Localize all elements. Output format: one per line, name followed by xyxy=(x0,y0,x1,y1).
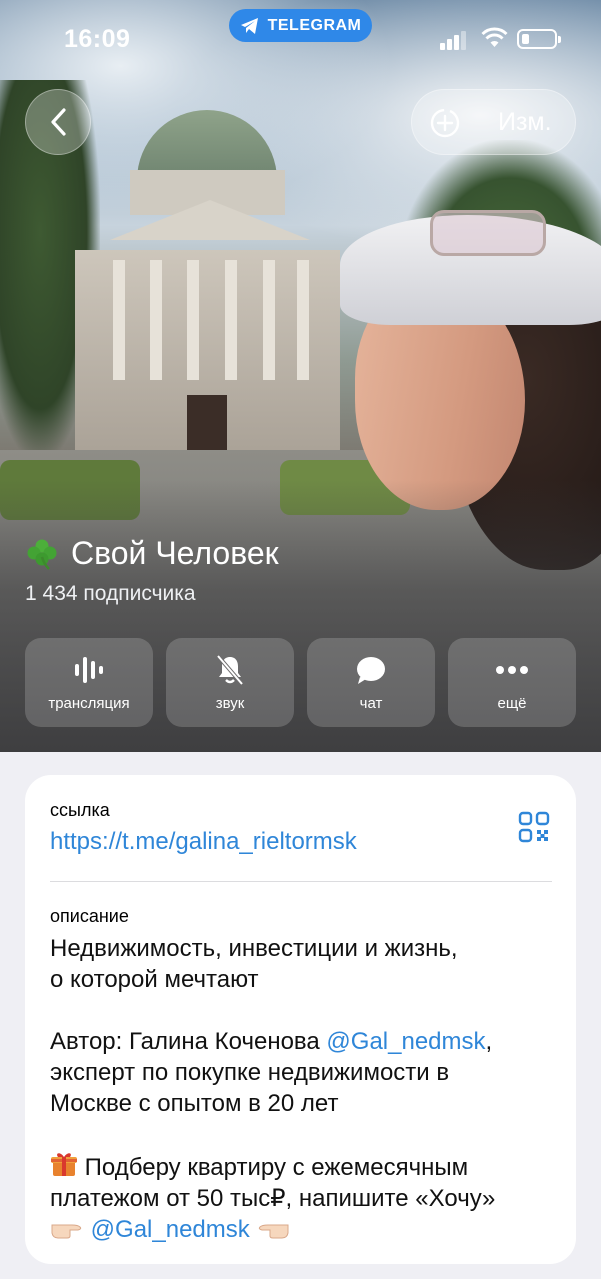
edit-button[interactable]: Изм. xyxy=(411,89,576,155)
add-circle-icon xyxy=(430,108,460,138)
divider xyxy=(50,881,552,882)
channel-title: Свой Человек xyxy=(25,535,279,572)
author-text: Автор: Галина Коченова xyxy=(50,1028,327,1055)
broadcast-icon xyxy=(75,657,103,683)
description-contact-line: @Gal_nedmsk xyxy=(50,1214,560,1245)
sound-label: звук xyxy=(215,695,245,712)
chat-label: чат xyxy=(359,695,383,712)
author-mention-link[interactable]: @Gal_nedmsk xyxy=(326,1028,485,1055)
broadcast-label: трансляция xyxy=(48,695,130,712)
channel-actions: трансляция звук чат ещё xyxy=(25,638,576,727)
channel-name: Свой Человек xyxy=(71,535,279,571)
description-offer-line: Подберу квартиру с ежемесячным xyxy=(50,1150,560,1183)
qr-code-icon[interactable] xyxy=(518,811,550,843)
gift-icon xyxy=(51,1153,77,1176)
battery-icon xyxy=(517,29,561,49)
more-button[interactable]: ещё xyxy=(448,638,576,727)
back-button[interactable] xyxy=(25,89,91,155)
chevron-left-icon xyxy=(51,108,66,136)
chat-button[interactable]: чат xyxy=(307,638,435,727)
church-photo xyxy=(75,110,345,460)
description-label: описание xyxy=(50,906,129,926)
edit-button-label: Изм. xyxy=(498,108,552,136)
channel-description: Недвижимость, инвестиции и жизнь, о кото… xyxy=(50,933,560,1245)
contact-mention-link[interactable]: @Gal_nedmsk xyxy=(91,1216,250,1243)
more-label: ещё xyxy=(497,695,527,712)
status-time: 16:09 xyxy=(64,25,131,53)
telegram-icon xyxy=(240,17,258,34)
author-suffix: , xyxy=(485,1028,493,1055)
bell-muted-icon xyxy=(216,654,244,686)
more-icon xyxy=(496,666,528,674)
pointing-right-hand-icon xyxy=(51,1224,82,1239)
description-line: Москве с опытом в 20 лет xyxy=(50,1090,339,1117)
link-label: ссылка xyxy=(50,800,110,820)
wifi-icon xyxy=(481,27,508,47)
channel-info-card: ссылка https://t.me/galina_rieltormsk оп… xyxy=(25,775,576,1264)
telegram-pill-label: TELEGRAM xyxy=(267,16,362,34)
broadcast-button[interactable]: трансляция xyxy=(25,638,153,727)
description-line: эксперт по покупке недвижимости в xyxy=(50,1059,450,1086)
channel-link[interactable]: https://t.me/galina_rieltormsk xyxy=(50,828,357,856)
clover-icon xyxy=(27,539,57,570)
subscriber-count: 1 434 подписчика xyxy=(25,582,196,605)
pointing-left-hand-icon xyxy=(259,1224,289,1239)
signal-icon xyxy=(440,30,470,50)
description-author-line: Автор: Галина Коченова @Gal_nedmsk, xyxy=(50,1026,560,1057)
chat-bubble-icon xyxy=(357,657,385,684)
telegram-pill[interactable]: TELEGRAM xyxy=(229,9,372,42)
status-bar: 16:09 TELEGRAM xyxy=(0,0,601,60)
sound-button[interactable]: звук xyxy=(166,638,294,727)
description-line: о которой мечтают xyxy=(50,966,259,993)
offer-text: Подберу квартиру с ежемесячным xyxy=(78,1154,469,1181)
description-line: платежом от 50 тыс₽, напишите «Хочу» xyxy=(50,1185,496,1212)
description-line: Недвижимость, инвестиции и жизнь, xyxy=(50,935,458,962)
